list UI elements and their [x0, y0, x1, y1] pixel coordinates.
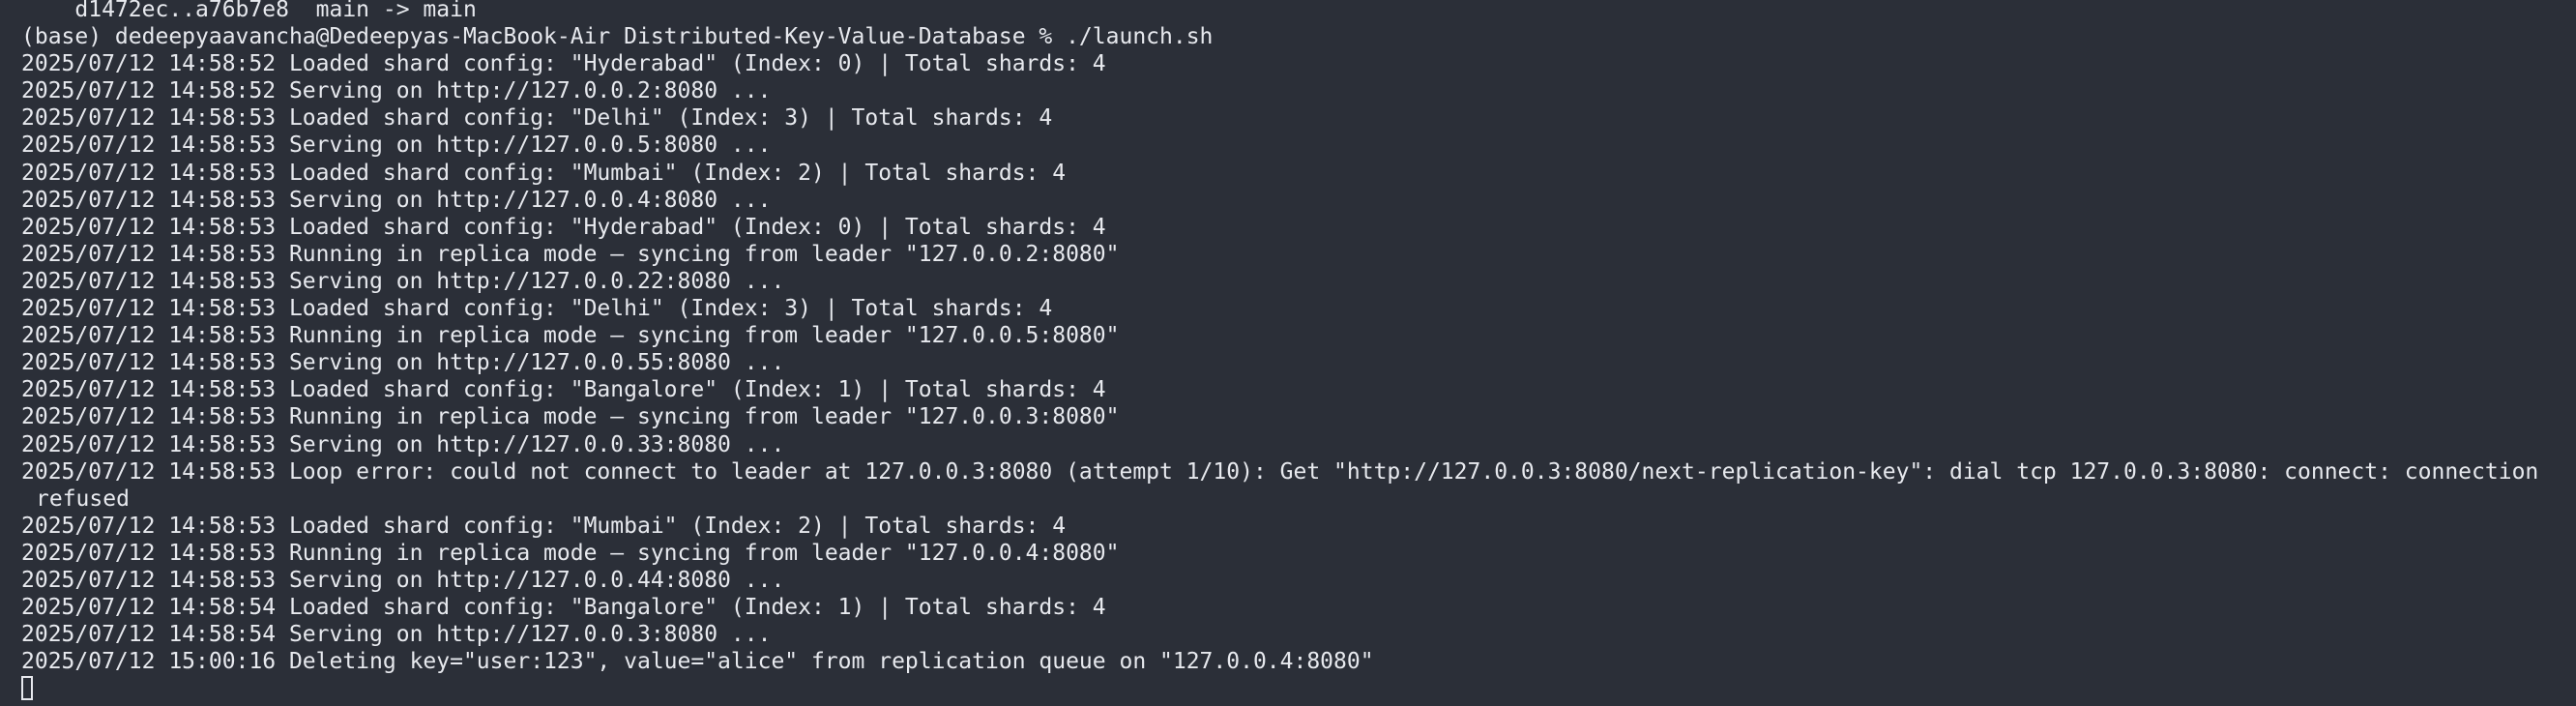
log-line: 2025/07/12 14:58:53 Loaded shard config:…	[21, 105, 1053, 132]
shell-prompt-command-line: (base) dedeepyaavancha@Dedeepyas-MacBook…	[21, 24, 1214, 50]
log-line: 2025/07/12 14:58:53 Running in replica m…	[21, 404, 1120, 430]
log-line: 2025/07/12 14:58:53 Loaded shard config:…	[21, 513, 1067, 539]
terminal-window[interactable]: d1472ec..a76b7e8 main -> main (base) ded…	[0, 0, 2576, 702]
log-line: 2025/07/12 14:58:54 Loaded shard config:…	[21, 595, 1106, 621]
log-line: 2025/07/12 14:58:53 Serving on http://12…	[21, 350, 785, 376]
git-push-output-line: d1472ec..a76b7e8 main -> main	[21, 0, 477, 22]
log-line: 2025/07/12 14:58:53 Running in replica m…	[21, 540, 1120, 566]
log-line: 2025/07/12 14:58:53 Loaded shard config:…	[21, 296, 1053, 322]
log-line: 2025/07/12 14:58:53 Loaded shard config:…	[21, 214, 1106, 240]
log-line: 2025/07/12 15:00:16 Deleting key="user:1…	[21, 649, 1374, 675]
error-log-line-continuation: refused	[36, 485, 130, 512]
log-line: 2025/07/12 14:58:53 Running in replica m…	[21, 323, 1120, 349]
log-line: 2025/07/12 14:58:53 Loaded shard config:…	[21, 160, 1067, 186]
cursor-line	[21, 675, 2576, 702]
log-line: 2025/07/12 14:58:53 Serving on http://12…	[21, 567, 785, 593]
log-line: 2025/07/12 14:58:53 Serving on http://12…	[21, 187, 772, 213]
terminal-cursor[interactable]	[21, 676, 33, 701]
log-line: 2025/07/12 14:58:54 Serving on http://12…	[21, 622, 772, 648]
log-line: 2025/07/12 14:58:53 Running in replica m…	[21, 241, 1120, 267]
log-line: 2025/07/12 14:58:53 Serving on http://12…	[21, 132, 772, 159]
log-line: 2025/07/12 14:58:53 Serving on http://12…	[21, 431, 785, 457]
error-log-line: 2025/07/12 14:58:53 Loop error: could no…	[21, 458, 2539, 485]
log-line: 2025/07/12 14:58:53 Loaded shard config:…	[21, 377, 1106, 403]
log-line: 2025/07/12 14:58:53 Serving on http://12…	[21, 268, 785, 294]
log-line: 2025/07/12 14:58:52 Serving on http://12…	[21, 78, 772, 104]
log-line: 2025/07/12 14:58:52 Loaded shard config:…	[21, 51, 1106, 77]
